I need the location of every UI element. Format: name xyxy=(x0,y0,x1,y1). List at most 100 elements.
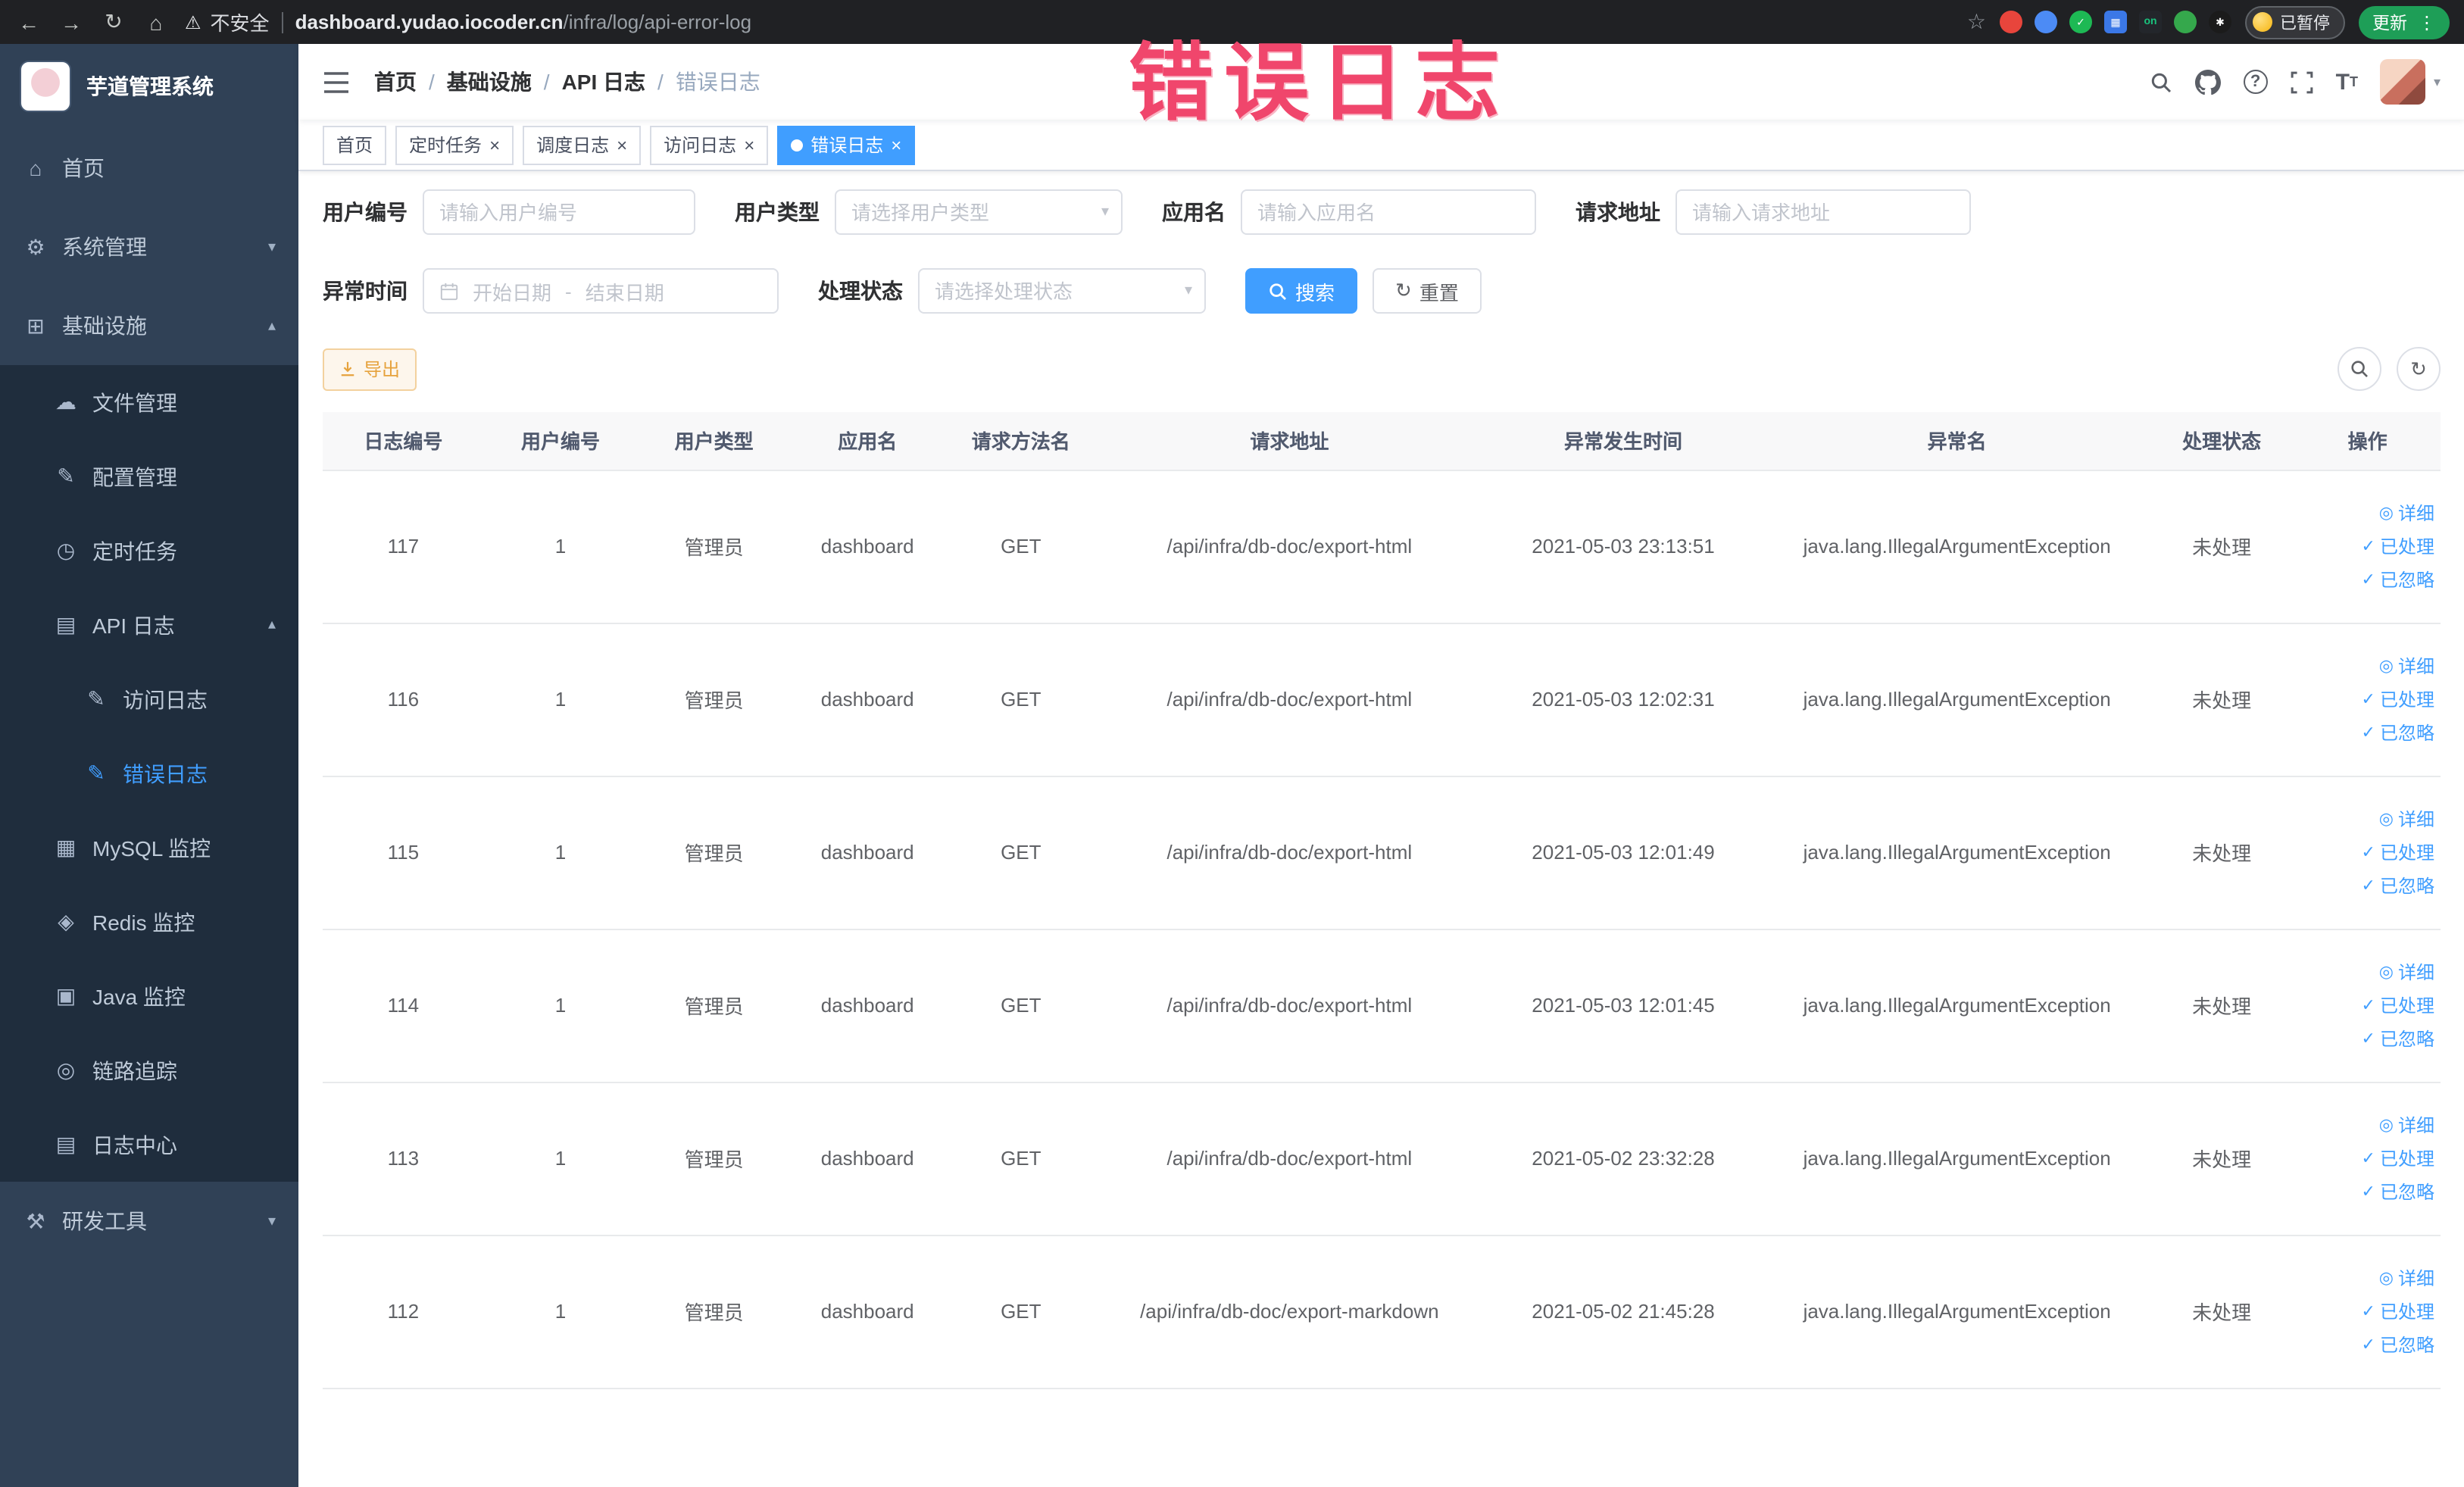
ignored-link[interactable]: ✓ 已忽略 xyxy=(2303,869,2434,902)
user-type-select[interactable]: ▾ xyxy=(835,189,1123,235)
detail-link[interactable]: ◎ 详细 xyxy=(2303,496,2434,530)
search-button[interactable]: 搜索 xyxy=(1245,268,1358,314)
user-avatar-menu[interactable]: ▾ xyxy=(2380,59,2441,105)
browser-home-icon[interactable]: ⌂ xyxy=(142,10,170,34)
github-icon[interactable] xyxy=(2194,69,2221,95)
extension-on-badge-icon[interactable]: on xyxy=(2139,11,2162,33)
action-label: 已忽略 xyxy=(2379,722,2434,743)
font-size-icon[interactable]: TT xyxy=(2336,69,2358,95)
chevron-up-icon: ▴ xyxy=(267,317,276,334)
sidebar-toggle-icon[interactable] xyxy=(323,70,350,93)
reset-button[interactable]: ↻ 重置 xyxy=(1373,268,1482,314)
tab-access-log[interactable]: 访问日志 × xyxy=(650,125,769,164)
tab-error-log[interactable]: 错误日志 × xyxy=(777,125,916,164)
processed-link[interactable]: ✓ 已处理 xyxy=(2303,989,2434,1022)
toggle-search-button[interactable] xyxy=(2338,347,2381,391)
sidebar-item-mysql[interactable]: ▦ MySQL 监控 xyxy=(0,811,298,885)
request-url-input[interactable] xyxy=(1675,189,1971,235)
extension-green-check-icon[interactable]: ✓ xyxy=(2069,11,2092,33)
sidebar-item-job[interactable]: ◷ 定时任务 xyxy=(0,514,298,588)
processed-link[interactable]: ✓ 已处理 xyxy=(2303,530,2434,563)
security-label: 不安全 xyxy=(210,12,270,35)
back-icon[interactable]: ← xyxy=(15,10,42,34)
cell-user_type: 管理员 xyxy=(637,929,791,1082)
sidebar-item-trace[interactable]: ◎ 链路追踪 xyxy=(0,1033,298,1107)
help-icon[interactable]: ? xyxy=(2243,70,2268,94)
address-bar[interactable]: ⚠ 不安全 dashboard.yudao.iocoder.cn/infra/l… xyxy=(185,8,1952,36)
close-icon[interactable]: × xyxy=(744,136,754,154)
error-log-table: 日志编号 用户编号 用户类型 应用名 请求方法名 请求地址 异常发生时间 异常名 处理状态 操作 … xyxy=(323,412,2441,1389)
sidebar-item-log-center[interactable]: ▤ 日志中心 xyxy=(0,1107,298,1182)
reload-icon[interactable]: ↻ xyxy=(100,9,127,35)
process-status-select-input[interactable] xyxy=(918,268,1206,314)
refresh-table-button[interactable]: ↻ xyxy=(2397,347,2441,391)
browser-update-button[interactable]: 更新 ⋮ xyxy=(2359,5,2450,39)
extension-paw-icon[interactable]: ✱ xyxy=(2209,11,2231,33)
fullscreen-icon[interactable] xyxy=(2291,70,2313,93)
sidebar-item-api-log[interactable]: ▤ API 日志 ▴ xyxy=(0,588,298,662)
sidebar-item-config[interactable]: ✎ 配置管理 xyxy=(0,439,298,514)
table-row: 115 1 管理员 dashboard GET/api/infra/db-doc/exp… xyxy=(323,776,2441,929)
sidebar-item-home[interactable]: ⌂ 首页 xyxy=(0,129,298,208)
bookmark-star-icon[interactable]: ☆ xyxy=(1967,9,1986,35)
eye-icon: ◎ xyxy=(2378,657,2394,675)
exception-time-range-picker[interactable]: 开始日期 - 结束日期 xyxy=(423,268,779,314)
sidebar-item-system[interactable]: ⚙ 系统管理 ▾ xyxy=(0,208,298,286)
check-icon: ✓ xyxy=(2361,843,2375,861)
export-button[interactable]: 导出 xyxy=(323,348,417,390)
column-header: 用户编号 xyxy=(483,412,638,470)
breadcrumb-item[interactable]: API 日志 xyxy=(562,67,645,97)
sidebar-item-redis[interactable]: ◈ Redis 监控 xyxy=(0,885,298,959)
processed-link[interactable]: ✓ 已处理 xyxy=(2303,836,2434,869)
cell-time: 2021-05-03 12:01:49 xyxy=(1481,776,1766,929)
detail-link[interactable]: ◎ 详细 xyxy=(2303,649,2434,683)
process-status-select[interactable]: ▾ xyxy=(918,268,1206,314)
chevron-down-icon: ▾ xyxy=(267,1213,276,1229)
user-id-input[interactable] xyxy=(423,189,695,235)
close-icon[interactable]: × xyxy=(891,136,901,154)
action-label: 已处理 xyxy=(2379,536,2434,557)
tab-job-log[interactable]: 调度日志 × xyxy=(523,125,642,164)
extension-leaf-icon[interactable] xyxy=(2174,11,2197,33)
app-name-input[interactable] xyxy=(1241,189,1536,235)
breadcrumb-item[interactable]: 基础设施 xyxy=(447,67,532,97)
extension-blue-grid-icon[interactable]: ▦ xyxy=(2104,11,2127,33)
ignored-link[interactable]: ✓ 已忽略 xyxy=(2303,1022,2434,1055)
tab-home[interactable]: 首页 xyxy=(323,125,387,164)
warning-icon: ⚠ xyxy=(185,11,201,33)
ignored-link[interactable]: ✓ 已忽略 xyxy=(2303,1175,2434,1208)
sidebar-item-error-log[interactable]: ✎ 错误日志 xyxy=(0,736,298,811)
cell-app: dashboard xyxy=(790,1235,945,1389)
detail-link[interactable]: ◎ 详细 xyxy=(2303,955,2434,989)
security-indicator[interactable]: ⚠ 不安全 xyxy=(185,8,270,36)
close-icon[interactable]: × xyxy=(489,136,500,154)
sidebar-item-label: 访问日志 xyxy=(123,687,208,711)
detail-link[interactable]: ◎ 详细 xyxy=(2303,1261,2434,1295)
close-icon[interactable]: × xyxy=(617,136,627,154)
processed-link[interactable]: ✓ 已处理 xyxy=(2303,683,2434,716)
forward-icon[interactable]: → xyxy=(58,10,85,34)
processed-link[interactable]: ✓ 已处理 xyxy=(2303,1295,2434,1328)
extension-blue-drop-icon[interactable] xyxy=(2035,11,2057,33)
detail-link[interactable]: ◎ 详细 xyxy=(2303,1108,2434,1142)
tab-job[interactable]: 定时任务 × xyxy=(395,125,514,164)
sidebar-item-file[interactable]: ☁ 文件管理 xyxy=(0,365,298,439)
user-type-select-input[interactable] xyxy=(835,189,1123,235)
sidebar-item-java[interactable]: ▣ Java 监控 xyxy=(0,959,298,1033)
cell-exception: java.lang.IllegalArgumentException xyxy=(1765,929,2149,1082)
search-icon[interactable] xyxy=(2150,70,2172,93)
app-logo[interactable]: 芋道管理系统 xyxy=(0,44,298,129)
cell-method: GET xyxy=(944,1235,1098,1389)
processed-link[interactable]: ✓ 已处理 xyxy=(2303,1142,2434,1175)
ignored-link[interactable]: ✓ 已忽略 xyxy=(2303,716,2434,749)
cell-user_id: 1 xyxy=(483,623,638,776)
breadcrumb-item[interactable]: 首页 xyxy=(374,67,417,97)
sidebar-item-infra[interactable]: ⊞ 基础设施 ▴ xyxy=(0,286,298,365)
ignored-link[interactable]: ✓ 已忽略 xyxy=(2303,1328,2434,1361)
extension-red-circle-icon[interactable] xyxy=(2000,11,2022,33)
paused-badge[interactable]: 已暂停 xyxy=(2245,5,2345,39)
detail-link[interactable]: ◎ 详细 xyxy=(2303,802,2434,836)
sidebar-item-dev-tools[interactable]: ⚒ 研发工具 ▾ xyxy=(0,1182,298,1261)
ignored-link[interactable]: ✓ 已忽略 xyxy=(2303,563,2434,596)
sidebar-item-access-log[interactable]: ✎ 访问日志 xyxy=(0,662,298,736)
